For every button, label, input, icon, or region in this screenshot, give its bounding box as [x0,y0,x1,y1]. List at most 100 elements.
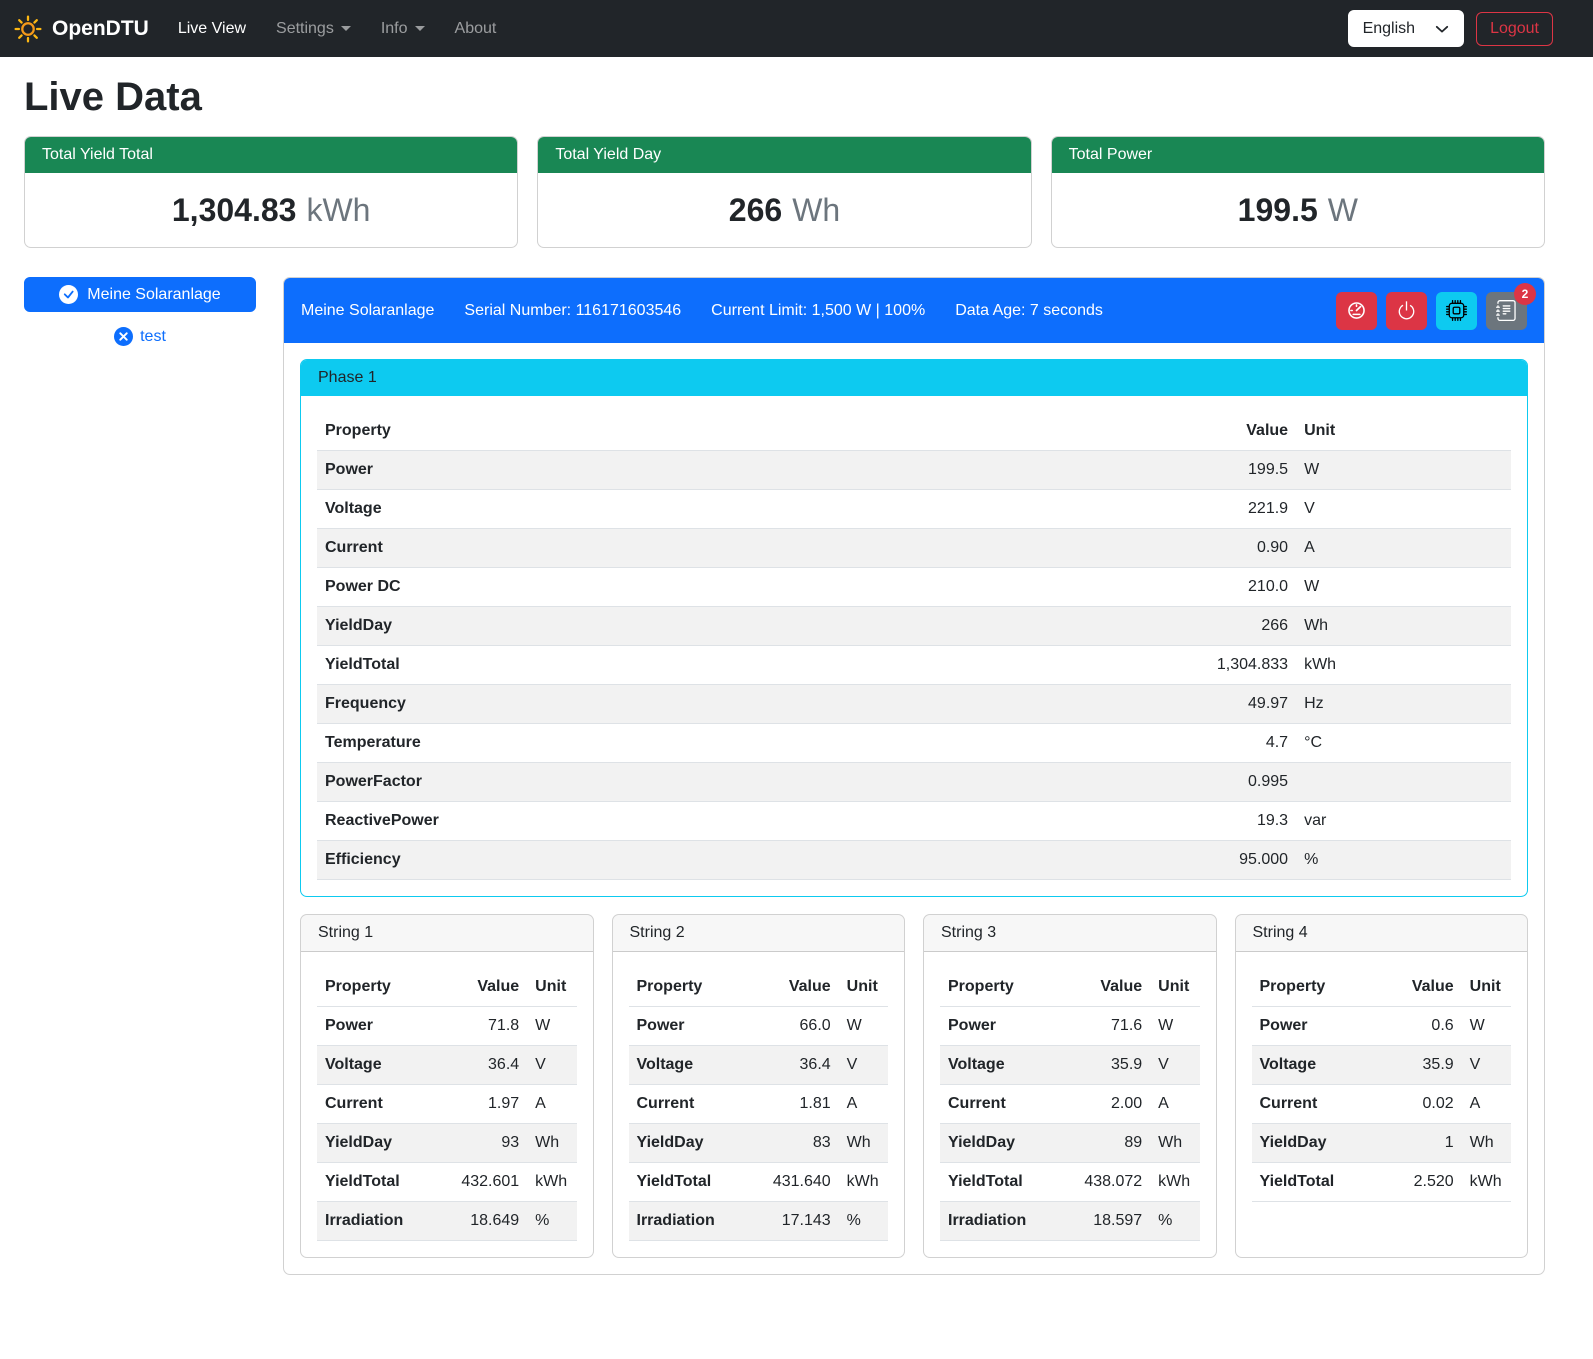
nav-item-live-view[interactable]: Live View [163,12,261,46]
inverter-header-data-age: Data Age: 7 seconds [955,302,1103,320]
property-label: Voltage [317,1046,434,1085]
nav-item-settings[interactable]: Settings [261,12,366,46]
property-value: 36.4 [434,1046,527,1085]
inverter-card-body: Phase 1 Property Value Unit P [284,343,1544,1274]
summary-unit: Wh [792,192,840,229]
property-unit: W [1462,1007,1511,1046]
nav-item-about[interactable]: About [440,12,512,46]
property-label: Current [317,529,1153,568]
property-value: 210.0 [1153,568,1296,607]
summary-card-total-yield-day: Total Yield Day 266 Wh [537,136,1031,248]
x-circle-icon [114,327,133,346]
phase-card: Phase 1 Property Value Unit P [300,359,1528,897]
property-unit: V [839,1046,888,1085]
logout-button[interactable]: Logout [1476,12,1553,46]
property-value: 0.90 [1153,529,1296,568]
table-row: YieldDay83Wh [629,1124,889,1163]
string-card-3: String 3 Property Value Unit Power71.6WV… [923,914,1217,1258]
property-label: Irradiation [940,1202,1057,1241]
string-card-body: Property Value Unit Power66.0WVoltage36.… [613,952,905,1257]
string-card-4: String 4 Property Value Unit Power0.6WVo… [1235,914,1529,1258]
property-value: 2.00 [1057,1085,1150,1124]
summary-card-title: Total Power [1052,137,1544,173]
string-card-body: Property Value Unit Power0.6WVoltage35.9… [1236,952,1528,1257]
sun-logo-icon [12,13,44,45]
speedometer-icon [1346,300,1367,321]
cpu-chip-icon [1446,300,1467,321]
column-header-property: Property [317,412,1153,451]
column-header-value: Value [1368,968,1461,1007]
table-row: Irradiation18.649% [317,1202,577,1241]
string-card-body: Property Value Unit Power71.8WVoltage36.… [301,952,593,1257]
table-row: YieldDay93Wh [317,1124,577,1163]
column-header-value: Value [1057,968,1150,1007]
inverter-header-name: Meine Solaranlage [301,302,434,320]
property-value: 1.97 [434,1085,527,1124]
property-label: YieldDay [629,1124,746,1163]
table-row: Current1.81A [629,1085,889,1124]
phase-card-body: Property Value Unit Power199.5WVoltage22… [301,396,1527,896]
table-row: Efficiency95.000% [317,841,1511,880]
property-value: 17.143 [745,1202,838,1241]
inverter-link-test[interactable]: test [24,327,256,346]
property-unit: % [1296,841,1511,880]
device-info-button[interactable] [1436,292,1477,330]
property-unit: V [1462,1046,1511,1085]
language-select[interactable]: English [1348,10,1464,47]
summary-card-value-row: 199.5 W [1052,173,1544,247]
summary-card-title: Total Yield Total [25,137,517,173]
inverter-sidebar: Meine Solaranlage test [24,277,256,346]
limit-settings-button[interactable] [1336,292,1377,330]
column-header-value: Value [434,968,527,1007]
summary-card-total-yield-total: Total Yield Total 1,304.83 kWh [24,136,518,248]
property-label: Irradiation [317,1202,434,1241]
table-row: Irradiation17.143% [629,1202,889,1241]
event-log-button[interactable]: 2 [1486,292,1527,330]
property-value: 49.97 [1153,685,1296,724]
table-row: Power66.0W [629,1007,889,1046]
content-row: Meine Solaranlage test Meine Solaranlage… [24,277,1545,1275]
property-value: 199.5 [1153,451,1296,490]
table-row: Temperature4.7°C [317,724,1511,763]
property-unit: kWh [1296,646,1511,685]
column-header-property: Property [629,968,746,1007]
property-unit: Wh [839,1124,888,1163]
property-label: Voltage [1252,1046,1369,1085]
chevron-down-icon [1435,22,1449,36]
property-unit: V [527,1046,576,1085]
table-row: Irradiation18.597% [940,1202,1200,1241]
inverter-button-selected[interactable]: Meine Solaranlage [24,277,256,312]
property-value: 4.7 [1153,724,1296,763]
summary-card-total-power: Total Power 199.5 W [1051,136,1545,248]
property-unit: % [839,1202,888,1241]
event-count-badge: 2 [1514,283,1536,305]
column-header-unit: Unit [1462,968,1511,1007]
table-row: Power DC210.0W [317,568,1511,607]
power-control-button[interactable] [1386,292,1427,330]
property-unit: W [1150,1007,1199,1046]
property-label: Power [940,1007,1057,1046]
table-row: YieldDay266Wh [317,607,1511,646]
brand[interactable]: OpenDTU [12,13,149,45]
property-value: 431.640 [745,1163,838,1202]
table-row: YieldTotal1,304.833kWh [317,646,1511,685]
navbar: OpenDTU Live View Settings Info About En… [0,0,1593,57]
property-unit: Wh [1296,607,1511,646]
property-unit: Wh [1462,1124,1511,1163]
table-row: Power71.8W [317,1007,577,1046]
property-value: 438.072 [1057,1163,1150,1202]
property-unit: A [1462,1085,1511,1124]
property-label: YieldTotal [317,1163,434,1202]
check-circle-icon [59,285,78,304]
string-card-title: String 3 [924,915,1216,952]
column-header-value: Value [1153,412,1296,451]
table-row: Frequency49.97Hz [317,685,1511,724]
property-unit: kWh [839,1163,888,1202]
caret-down-icon [341,26,351,31]
nav-item-info[interactable]: Info [366,12,440,46]
inverter-card: Meine Solaranlage Serial Number: 1161716… [283,277,1545,1275]
property-unit: A [1296,529,1511,568]
property-value: 19.3 [1153,802,1296,841]
table-row: Power199.5W [317,451,1511,490]
string-card-title: String 1 [301,915,593,952]
